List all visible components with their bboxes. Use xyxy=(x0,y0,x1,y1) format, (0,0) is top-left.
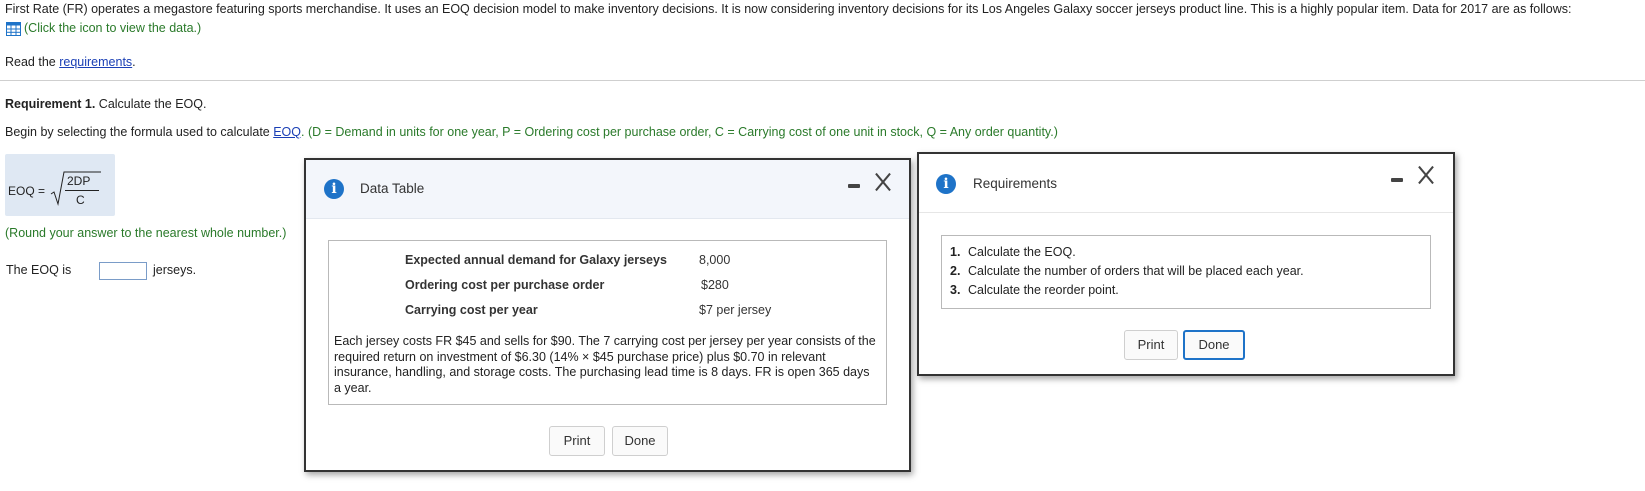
read-suffix: . xyxy=(132,55,136,69)
requirement-number: 1. xyxy=(950,245,961,259)
requirement-item: 3. Calculate the reorder point. xyxy=(950,283,1304,302)
read-prefix: Read the xyxy=(5,55,60,69)
begin-prefix: Begin by selecting the formula used to c… xyxy=(5,125,274,139)
requirement-label: Requirement 1. xyxy=(5,97,96,111)
requirement-heading: Requirement 1. Calculate the EOQ. xyxy=(5,97,206,111)
read-requirements-line: Read the requirements. xyxy=(5,55,136,69)
requirement-text: Calculate the number of orders that will… xyxy=(968,264,1304,278)
answer-prefix: The EOQ is xyxy=(6,263,72,277)
info-icon: i xyxy=(936,174,956,194)
requirement-number: 3. xyxy=(950,283,961,297)
minimize-icon[interactable] xyxy=(848,184,860,188)
requirements-print-button[interactable]: Print xyxy=(1124,330,1178,360)
requirement-item: 1. Calculate the EOQ. xyxy=(950,245,1304,264)
fraction-bar xyxy=(65,190,99,191)
formula-numerator: 2DP xyxy=(67,174,91,188)
requirements-dialog: i Requirements 1. Calculate the EOQ. 2. Ca… xyxy=(917,152,1455,376)
requirements-box: 1. Calculate the EOQ. 2. Calculate the num… xyxy=(941,235,1431,309)
formula-lhs: EOQ = xyxy=(8,184,46,198)
data-label-demand: Expected annual demand for Galaxy jersey… xyxy=(405,253,667,267)
click-hint-link[interactable]: (Click the icon to view the data.) xyxy=(24,21,201,35)
data-label-ordering: Ordering cost per purchase order xyxy=(405,278,605,292)
requirement-number: 2. xyxy=(950,264,961,278)
data-print-button[interactable]: Print xyxy=(549,426,605,456)
intro-text: First Rate (FR) operates a megastore fea… xyxy=(5,2,1572,16)
data-value-ordering: $280 xyxy=(701,278,729,292)
data-label-carrying: Carrying cost per year xyxy=(405,303,538,317)
formula-denominator: C xyxy=(76,193,85,207)
data-note: Each jersey costs FR $45 and sells for $… xyxy=(334,334,876,395)
close-icon[interactable] xyxy=(1417,166,1435,184)
formula-instructions: Begin by selecting the formula used to c… xyxy=(5,125,1058,139)
data-table-dialog: i Data Table Expected annual demand for … xyxy=(304,158,911,472)
requirement-title: Calculate the EOQ. xyxy=(95,97,207,111)
info-icon: i xyxy=(324,179,344,199)
answer-suffix: jerseys. xyxy=(153,263,197,277)
requirements-list: 1. Calculate the EOQ. 2. Calculate the num… xyxy=(950,245,1304,302)
data-dialog-title: Data Table xyxy=(360,181,425,196)
requirements-dialog-title: Requirements xyxy=(973,176,1058,191)
eoq-formula[interactable]: EOQ = 2DP C xyxy=(5,154,115,216)
requirements-done-button[interactable]: Done xyxy=(1183,330,1245,360)
close-icon[interactable] xyxy=(874,173,892,191)
data-value-carrying: $7 per jersey xyxy=(699,303,772,317)
variable-definitions: . (D = Demand in units for one year, P =… xyxy=(301,125,1058,139)
requirement-text: Calculate the reorder point. xyxy=(968,283,1119,297)
requirement-text: Calculate the EOQ. xyxy=(968,245,1076,259)
minimize-icon[interactable] xyxy=(1391,178,1403,182)
requirements-link[interactable]: requirements xyxy=(59,55,132,69)
requirement-item: 2. Calculate the number of orders that wi… xyxy=(950,264,1304,283)
data-value-demand: 8,000 xyxy=(699,253,731,267)
round-note: (Round your answer to the nearest whole … xyxy=(5,226,287,240)
divider xyxy=(0,80,1645,81)
data-table-box: Expected annual demand for Galaxy jersey… xyxy=(328,240,887,405)
eoq-answer-input[interactable] xyxy=(99,262,147,280)
eoq-link[interactable]: EOQ xyxy=(273,125,301,139)
grid-table-icon[interactable] xyxy=(6,22,21,36)
data-done-button[interactable]: Done xyxy=(612,426,668,456)
